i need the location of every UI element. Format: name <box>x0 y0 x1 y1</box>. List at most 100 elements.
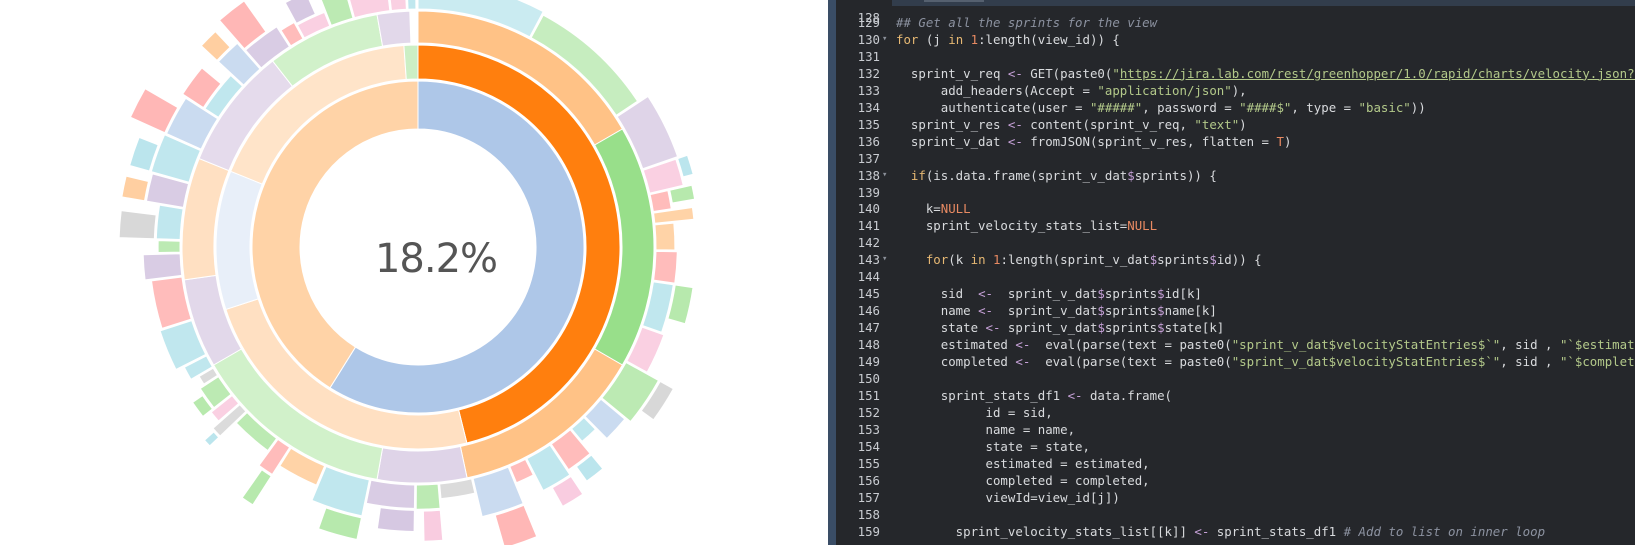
line-number: 154 <box>857 438 880 454</box>
code-line[interactable]: 134 authenticate(user = "#####", passwor… <box>836 99 1635 116</box>
sunburst-segment[interactable] <box>365 479 416 509</box>
code-token: viewId=view_id[j]) <box>896 489 1120 505</box>
code-token: "application/json" <box>1097 82 1232 98</box>
sunburst-segment[interactable] <box>422 509 444 542</box>
code-token: sid <box>896 286 979 302</box>
code-line[interactable]: 143 ▾ for(k in 1:length(sprint_v_dat$spri… <box>836 251 1635 268</box>
code-token: for <box>896 31 919 47</box>
code-token: sprint_v_dat <box>896 133 1008 149</box>
code-line[interactable]: 130 ▾ for (j in 1:length(view_id)) { <box>836 31 1635 48</box>
fold-toggle-icon[interactable]: ▾ <box>882 251 887 268</box>
sunburst-segment[interactable] <box>203 431 220 447</box>
code-text: id = sid, <box>896 404 1053 421</box>
code-token: "basic" <box>1358 99 1411 115</box>
line-number: 136 <box>857 133 880 149</box>
code-line[interactable]: 154 state = state, <box>836 438 1635 455</box>
code-token: T <box>1276 133 1284 149</box>
code-token: ) <box>1283 133 1292 149</box>
line-number: 144 <box>857 269 880 285</box>
sunburst-segment[interactable] <box>415 483 441 510</box>
code-line[interactable]: 133 add_headers(Accept = "application/js… <box>836 82 1635 99</box>
code-token: <- <box>1007 133 1023 149</box>
code-token: sprint_v_dat <box>992 286 1098 302</box>
sunburst-segment[interactable] <box>407 0 417 10</box>
code-line[interactable]: 153 name = name, <box>836 421 1635 438</box>
code-token: completed = completed, <box>896 472 1150 488</box>
sunburst-segment[interactable] <box>649 190 672 213</box>
code-token: <- <box>1015 337 1031 353</box>
code-token: <- <box>1194 523 1210 539</box>
code-line[interactable]: 147 state <- sprint_v_dat$sprints$state[… <box>836 319 1635 336</box>
code-line[interactable]: 131 <box>836 48 1635 65</box>
code-line[interactable]: 135 sprint_v_res <- content(sprint_v_req… <box>836 116 1635 133</box>
sunburst-segment[interactable] <box>376 507 415 533</box>
code-editor[interactable]: 128 129 ## Get all the sprints for the vi… <box>836 0 1635 545</box>
line-number: 151 <box>857 387 880 403</box>
code-text: if(is.data.frame(sprint_v_dat$sprints)) … <box>896 167 1217 184</box>
code-text: sprint_v_res <- content(sprint_v_req, "t… <box>896 116 1247 133</box>
code-line[interactable]: 148 estimated <- eval(parse(text = paste… <box>836 336 1635 353</box>
code-line[interactable]: 144 <box>836 268 1635 285</box>
code-text: for (j in 1:length(view_id)) { <box>896 31 1120 48</box>
code-line[interactable]: 156 completed = completed, <box>836 472 1635 489</box>
sunburst-segment[interactable] <box>403 44 419 80</box>
code-text: estimated <- eval(parse(text = paste0("s… <box>896 336 1635 353</box>
code-token: )) <box>1410 99 1426 115</box>
code-token: sprints)) { <box>1134 167 1217 183</box>
fold-toggle-icon[interactable]: ▾ <box>882 31 887 48</box>
sunburst-segment[interactable] <box>376 10 412 47</box>
code-line[interactable]: 157 viewId=view_id[j]) <box>836 489 1635 506</box>
code-token: $ <box>1127 167 1135 183</box>
code-token: "`$complete <box>1559 354 1635 369</box>
code-line[interactable]: 149 completed <- eval(parse(text = paste… <box>836 353 1635 370</box>
line-number: 156 <box>857 472 880 488</box>
code-token: $ <box>1157 320 1165 336</box>
line-number: 149 <box>857 354 880 369</box>
fold-toggle-icon[interactable]: ▾ <box>882 167 887 184</box>
code-line[interactable]: 137 <box>836 150 1635 167</box>
code-line[interactable]: 150 <box>836 370 1635 387</box>
sunburst-segment[interactable] <box>241 469 272 506</box>
code-token: , type = <box>1291 99 1359 115</box>
code-text: state = state, <box>896 438 1090 455</box>
sunburst-segment[interactable] <box>653 250 678 284</box>
line-number: 142 <box>857 235 880 251</box>
code-line[interactable]: 146 name <- sprint_v_dat$sprints$name[k] <box>836 302 1635 319</box>
sunburst-segment[interactable] <box>654 222 676 251</box>
code-token: id)) { <box>1216 252 1262 268</box>
code-text: sprint_v_dat <- fromJSON(sprint_v_res, f… <box>896 133 1292 150</box>
code-line[interactable]: 159 sprint_velocity_stats_list[[k]] <- s… <box>836 523 1635 540</box>
sunburst-segment[interactable] <box>157 240 181 254</box>
code-line[interactable]: 152 id = sid, <box>836 404 1635 421</box>
line-number: 155 <box>857 455 880 471</box>
panel-divider[interactable] <box>828 0 836 545</box>
code-text: ## Get all the sprints for the view <box>896 14 1157 31</box>
code-line[interactable]: 142 <box>836 234 1635 251</box>
code-line[interactable]: 151 sprint_stats_df1 <- data.frame( <box>836 387 1635 404</box>
sunburst-segment[interactable] <box>142 253 183 281</box>
code-line[interactable]: 155 estimated = estimated, <box>836 455 1635 472</box>
sunburst-segment[interactable] <box>118 210 157 240</box>
sunburst-segment[interactable] <box>155 204 184 241</box>
code-line-partial[interactable]: 128 <box>836 0 1635 25</box>
code-text: for(k in 1:length(sprint_v_dat$sprints$i… <box>896 251 1262 268</box>
code-line[interactable]: 138 ▾ if(is.data.frame(sprint_v_dat$sprin… <box>836 167 1635 184</box>
code-token: (k <box>948 252 971 268</box>
code-line[interactable]: 145 sid <- sprint_v_dat$sprints$id[k] <box>836 285 1635 302</box>
sunburst-segment[interactable] <box>389 0 407 12</box>
code-line[interactable]: 139 <box>836 184 1635 201</box>
code-token: state = state, <box>896 438 1090 454</box>
code-line[interactable]: 158 <box>836 506 1635 523</box>
code-token: content(sprint_v_req, <box>1022 116 1195 132</box>
sunburst-segment[interactable] <box>121 175 150 202</box>
code-token: sprint_v_req <box>896 65 1008 81</box>
code-line[interactable]: 132 sprint_v_req <- GET(paste0("https://… <box>836 65 1635 82</box>
code-line[interactable]: 136 sprint_v_dat <- fromJSON(sprint_v_re… <box>836 133 1635 150</box>
sunburst-segment[interactable] <box>376 445 468 484</box>
code-line[interactable]: 140 k=NULL <box>836 200 1635 217</box>
code-token: for <box>925 252 949 268</box>
code-token: (is.data.frame(sprint_v_dat <box>925 167 1128 183</box>
code-line[interactable]: 141 sprint_velocity_stats_list=NULL <box>836 217 1635 234</box>
code-line[interactable]: 129 ## Get all the sprints for the view <box>836 14 1635 31</box>
